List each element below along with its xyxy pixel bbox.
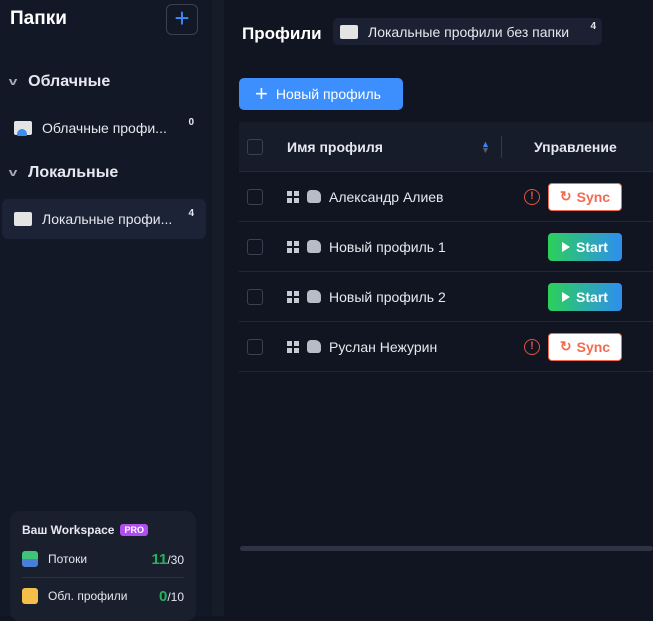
horizontal-scrollbar[interactable] [240, 546, 653, 551]
plus-icon: + [255, 81, 268, 106]
pro-badge: PRO [120, 524, 148, 536]
sync-label: Sync [576, 188, 611, 205]
folder-local-profiles[interactable]: Локальные профи... 4 [2, 199, 206, 239]
folder-label: Локальные профи... [42, 211, 173, 227]
column-actions: Управление [534, 138, 617, 155]
threads-label: Потоки [48, 552, 88, 566]
sidebar-title: Папки [10, 8, 67, 29]
table-row[interactable]: Новый профиль 1 Start [239, 222, 653, 272]
sidebar: Папки + v Облачные Облачные профи... 0 v Ло… [0, 0, 212, 621]
table-row[interactable]: Руслан Нежурин! ↻ Sync [239, 322, 653, 372]
warning-icon[interactable]: ! [524, 188, 540, 205]
grid-icon [287, 340, 299, 353]
row-checkbox[interactable] [247, 288, 263, 305]
profile-name[interactable]: Новый профиль 1 [329, 239, 446, 255]
cloud-profiles-label: Обл. профили [48, 589, 128, 603]
folder-cloud-profiles[interactable]: Облачные профи... 0 [2, 108, 206, 148]
grid-icon [287, 240, 299, 253]
table-header: Имя профиля ▲ ▼ Управление [239, 122, 653, 172]
row-checkbox[interactable] [247, 338, 263, 355]
extension-icon [307, 190, 321, 203]
workspace-title: Ваш Workspace [22, 523, 115, 537]
breadcrumb-label: Локальные профили без папки [368, 23, 570, 40]
resize-handle[interactable] [212, 0, 224, 616]
table-row[interactable]: Александр Алиев! ↻ Sync [239, 172, 653, 222]
start-button[interactable]: Start [548, 232, 622, 261]
group-local[interactable]: v Локальные [8, 164, 119, 182]
play-icon [562, 291, 571, 302]
divider [22, 577, 184, 578]
new-profile-button[interactable]: + Новый профиль [239, 78, 403, 110]
extension-icon [307, 290, 321, 303]
sync-icon: ↻ [559, 338, 572, 354]
profiles-table: Имя профиля ▲ ▼ Управление Александр Алие… [239, 122, 653, 372]
start-label: Start [576, 238, 608, 255]
threads-total: /30 [167, 552, 184, 567]
add-folder-button[interactable]: + [166, 4, 198, 35]
start-button[interactable]: Start [548, 282, 622, 311]
chevron-down-icon: v [8, 76, 18, 88]
table-row[interactable]: Новый профиль 2 Start [239, 272, 653, 322]
group-label: Локальные [28, 164, 119, 181]
sync-icon: ↻ [559, 188, 572, 204]
extension-icon [307, 340, 321, 353]
breadcrumb-count: 4 [590, 21, 596, 32]
cloud-folder-icon [14, 121, 32, 136]
extension-icon [307, 240, 321, 253]
cloud-folder-icon [22, 588, 38, 604]
sync-button[interactable]: ↻ Sync [548, 332, 622, 361]
cloud-profiles-total: /10 [167, 589, 184, 604]
threads-icon [22, 551, 38, 567]
folder-icon [340, 24, 358, 39]
row-checkbox[interactable] [247, 238, 263, 255]
threads-used: 11 [151, 550, 168, 568]
folder-count: 4 [188, 208, 194, 219]
group-label: Облачные [28, 73, 111, 90]
chevron-down-icon: v [8, 167, 18, 179]
row-checkbox[interactable] [247, 188, 263, 205]
new-profile-label: Новый профиль [275, 86, 381, 102]
sync-label: Sync [576, 338, 611, 355]
workspace-card: Ваш Workspace PRO Потоки 11/30 Обл. профил… [10, 511, 196, 621]
select-all-checkbox[interactable] [247, 138, 263, 155]
play-icon [562, 241, 571, 252]
folder-label: Облачные профи... [42, 120, 167, 136]
column-name[interactable]: Имя профиля [287, 139, 481, 155]
page-title: Профили [242, 24, 322, 43]
grid-icon [287, 290, 299, 303]
sync-button[interactable]: ↻ Sync [548, 182, 622, 211]
folder-count: 0 [188, 117, 194, 128]
sort-icon[interactable]: ▲ ▼ [481, 139, 501, 154]
warning-icon[interactable]: ! [524, 338, 540, 355]
group-cloud[interactable]: v Облачные [8, 73, 111, 91]
profile-name[interactable]: Новый профиль 2 [329, 289, 446, 305]
profile-name[interactable]: Руслан Нежурин [329, 339, 437, 355]
grid-icon [287, 190, 299, 203]
breadcrumb[interactable]: Локальные профили без папки 4 [333, 18, 602, 45]
profile-name[interactable]: Александр Алиев [329, 189, 444, 205]
start-label: Start [576, 288, 608, 305]
folder-icon [14, 212, 32, 226]
column-divider [501, 135, 502, 158]
